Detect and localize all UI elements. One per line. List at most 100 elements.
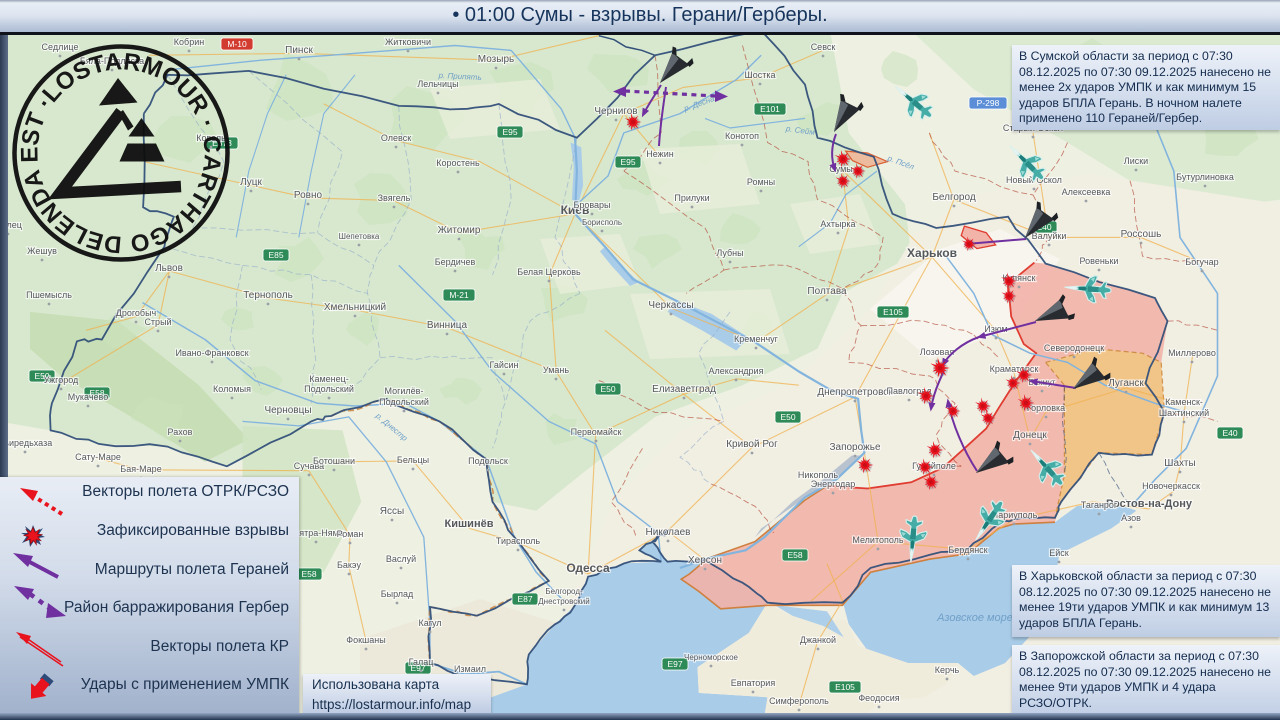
svg-text:Тернополь: Тернополь (243, 290, 293, 301)
svg-text:Пшемысль: Пшемысль (26, 290, 72, 300)
svg-text:Роман: Роман (337, 529, 364, 539)
svg-text:Одесса: Одесса (566, 561, 610, 575)
svg-text:Прилуки: Прилуки (674, 193, 709, 203)
svg-text:Лубны: Лубны (716, 248, 743, 258)
svg-text:Бакэу: Бакэу (337, 560, 362, 570)
svg-text:E95: E95 (620, 157, 635, 167)
svg-text:Россошь: Россошь (1121, 229, 1162, 240)
svg-text:Запорожье: Запорожье (829, 442, 880, 453)
svg-text:Васлуй: Васлуй (386, 554, 416, 564)
svg-text:E58: E58 (301, 569, 316, 579)
svg-text:Шахты: Шахты (1164, 458, 1195, 469)
svg-text:Симферополь: Симферополь (769, 696, 829, 706)
svg-text:Северодонецк: Северодонецк (1044, 343, 1104, 353)
svg-text:Винница: Винница (427, 320, 468, 331)
svg-text:Алексеевка: Алексеевка (1062, 187, 1111, 197)
svg-text:Хмельницкий: Хмельницкий (324, 302, 386, 313)
svg-text:Белгород-: Белгород- (545, 587, 583, 596)
svg-text:Кременчуг: Кременчуг (734, 334, 779, 344)
svg-text:Кишинёв: Кишинёв (445, 518, 494, 530)
svg-text:Подольский: Подольский (304, 384, 354, 394)
svg-text:Ахтырка: Ахтырка (820, 219, 855, 229)
svg-text:Ейск: Ейск (1049, 548, 1069, 558)
svg-text:Кагул: Кагул (418, 618, 441, 628)
svg-text:E105: E105 (883, 307, 903, 317)
svg-text:Коломыя: Коломыя (213, 384, 251, 394)
svg-text:Луганск: Луганск (1108, 378, 1144, 389)
svg-text:Бутурлиновка: Бутурлиновка (1176, 172, 1234, 182)
svg-text:E40: E40 (1222, 428, 1237, 438)
svg-text:Гуляйполе: Гуляйполе (912, 461, 956, 471)
svg-text:Николаев: Николаев (646, 527, 691, 538)
svg-text:Белгород: Белгород (932, 192, 976, 203)
svg-text:Новочеркасск: Новочеркасск (1142, 481, 1200, 491)
svg-text:Житомир: Житомир (438, 225, 481, 236)
svg-text:Львов: Львов (155, 263, 183, 274)
svg-text:Каменец-: Каменец- (309, 374, 349, 384)
svg-text:Бая-Маре: Бая-Маре (120, 464, 161, 474)
svg-text:M-10: M-10 (227, 39, 247, 49)
svg-text:Конотоп: Конотоп (725, 131, 759, 141)
svg-text:Азов: Азов (1121, 513, 1141, 523)
svg-text:Нежин: Нежин (646, 149, 673, 159)
svg-text:Тирасполь: Тирасполь (496, 536, 541, 546)
svg-text:Галац: Галац (409, 657, 434, 667)
svg-text:Лиски: Лиски (1124, 156, 1148, 166)
svg-text:E50: E50 (780, 412, 795, 422)
svg-text:Могилёв-: Могилёв- (385, 386, 424, 396)
svg-text:Пинск: Пинск (285, 45, 313, 56)
svg-text:E50: E50 (600, 384, 615, 394)
svg-text:Джанкой: Джанкой (800, 635, 836, 645)
svg-text:Борисполь: Борисполь (582, 218, 622, 227)
svg-text:Шепетовка: Шепетовка (339, 232, 380, 241)
svg-text:Елизаветград: Елизаветград (652, 384, 716, 395)
svg-text:Фокшаны: Фокшаны (346, 635, 385, 645)
svg-text:Шостка: Шостка (744, 70, 775, 80)
svg-text:Ростов-на-Дону: Ростов-на-Дону (1106, 498, 1193, 510)
svg-text:Донецк: Донецк (1013, 430, 1047, 441)
svg-text:Первомайск: Первомайск (571, 427, 622, 437)
svg-text:Олевск: Олевск (381, 133, 411, 143)
svg-text:Феодосия: Феодосия (858, 693, 899, 703)
svg-text:E95: E95 (502, 127, 517, 137)
svg-text:Белая Церковь: Белая Церковь (517, 267, 581, 277)
svg-text:E58: E58 (787, 550, 802, 560)
svg-text:Днепропетровск: Днепропетровск (817, 387, 893, 398)
svg-text:E101: E101 (760, 104, 780, 114)
svg-text:Рахов: Рахов (168, 427, 193, 437)
svg-text:Черноморское: Черноморское (684, 653, 739, 662)
svg-text:Валуйки: Валуйки (1032, 231, 1067, 241)
svg-text:E97: E97 (667, 659, 682, 669)
svg-text:Каменск-: Каменск- (1165, 397, 1203, 407)
svg-text:Полтава: Полтава (807, 286, 847, 297)
svg-text:Звягель: Звягель (378, 193, 411, 203)
svg-text:E87: E87 (517, 594, 532, 604)
svg-text:Энергодар: Энергодар (811, 479, 856, 489)
svg-text:Умань: Умань (543, 365, 569, 375)
svg-text:E85: E85 (268, 250, 283, 260)
svg-text:Ровеньки: Ровеньки (1080, 256, 1119, 266)
svg-text:Жешув: Жешув (27, 246, 57, 256)
svg-text:E105: E105 (835, 682, 855, 692)
svg-text:Бровары: Бровары (573, 200, 610, 210)
svg-text:Бердянск: Бердянск (948, 545, 987, 555)
svg-text:Мозырь: Мозырь (478, 54, 514, 65)
svg-text:Севск: Севск (811, 42, 836, 52)
svg-text:P-298: P-298 (977, 98, 1000, 108)
svg-text:Луцк: Луцк (240, 177, 262, 188)
svg-text:Яссы: Яссы (380, 506, 404, 517)
svg-text:Ботошани: Ботошани (313, 456, 355, 466)
svg-text:Керчь: Керчь (935, 665, 960, 675)
svg-text:Седлице: Седлице (42, 42, 79, 52)
svg-text:Ужгород: Ужгород (44, 375, 79, 385)
svg-text:Черновцы: Черновцы (264, 405, 311, 416)
svg-text:Харьков: Харьков (907, 246, 957, 260)
svg-text:Коростень: Коростень (436, 158, 480, 168)
svg-text:Черкассы: Черкассы (648, 300, 693, 311)
svg-text:Измаил: Измаил (454, 664, 486, 674)
svg-text:Подольск: Подольск (468, 456, 508, 466)
svg-text:Стрый: Стрый (144, 317, 171, 327)
svg-text:Мукачево: Мукачево (68, 392, 108, 402)
svg-text:Бельцы: Бельцы (397, 455, 429, 465)
svg-text:Гайсин: Гайсин (490, 360, 519, 370)
